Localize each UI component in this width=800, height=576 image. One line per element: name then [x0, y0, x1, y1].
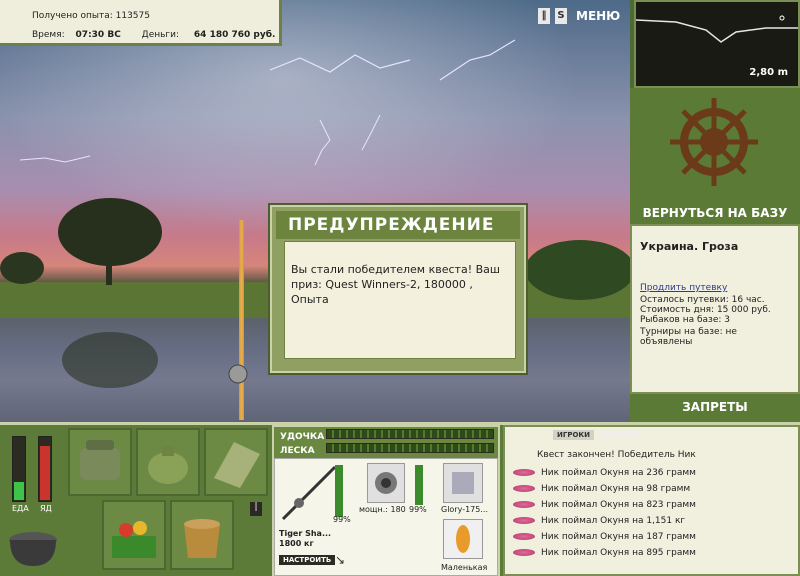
inventory-slot[interactable] — [204, 428, 268, 496]
reel-slot[interactable] — [367, 463, 405, 503]
fish-icon — [513, 549, 535, 556]
inventory-slot[interactable] — [170, 500, 234, 570]
dialog-message: Вы стали победителем квеста! Ваш приз: Q… — [284, 241, 516, 359]
fish-icon — [513, 533, 535, 540]
sack-icon — [148, 446, 188, 484]
vegetables-basket-icon — [112, 521, 156, 558]
tree-reflection — [62, 332, 158, 388]
lure-icon — [452, 472, 474, 494]
log-row: Ник поймал Окуня на 98 грамм — [513, 481, 690, 497]
trees-right — [525, 240, 630, 300]
log-header: Квест закончен! Победитель Ник — [537, 450, 696, 460]
log-row: Ник поймал Окуня на 1,151 кг — [513, 513, 685, 529]
menu-button[interactable]: МЕНЮ — [576, 8, 620, 24]
location-title: Украина. Гроза — [640, 240, 739, 253]
stats-panel: Получено опыта: 113575 Время: 07:30 ВС Д… — [0, 0, 282, 46]
tree-trunk — [106, 240, 112, 285]
food-label: ЕДА — [12, 504, 29, 513]
inventory-slot[interactable] — [136, 428, 200, 496]
bush — [0, 252, 44, 284]
bucket-icon — [184, 519, 220, 558]
depth-map: 2,80 m — [634, 0, 800, 88]
lure-name: Glory-175... — [441, 505, 488, 514]
rod-name: Tiger Sha... — [279, 529, 332, 538]
poison-label: ЯД — [40, 504, 52, 513]
slot-scroll-button[interactable]: | — [250, 502, 262, 516]
reel-condition-bar — [415, 465, 423, 505]
depth-readout: 2,80 m — [749, 67, 788, 78]
rod-label: УДОЧКА — [280, 432, 325, 442]
time-label: Время: — [32, 30, 65, 40]
money-value: 64 180 760 руб. — [193, 30, 276, 40]
bait-name: Маленькая — [441, 563, 488, 572]
lightning-bolt — [314, 119, 331, 166]
experience-row: Получено опыта: 113575 — [32, 11, 150, 21]
warning-dialog: ПРЕДУПРЕЖДЕНИЕ Вы стали победителем квес… — [270, 205, 526, 373]
rod-percent: 99% — [333, 515, 351, 524]
money-label: Деньги: — [141, 30, 180, 40]
lightning-bolt — [19, 155, 91, 163]
poison-fill — [40, 446, 50, 500]
poison-bar — [38, 436, 52, 502]
fish-icon — [513, 517, 535, 524]
log-row: Ник поймал Окуня на 187 грамм — [513, 529, 696, 545]
bait-slot[interactable] — [443, 519, 483, 559]
log-row: Ник поймал Окуня на 236 грамм — [513, 465, 696, 481]
time-value: 07:30 ВС — [75, 30, 121, 40]
lightning-bolt — [361, 114, 381, 151]
lightning-bolt — [439, 39, 516, 81]
tournaments-info: Турниры на базе: не объявлены — [640, 327, 737, 347]
line-label: ЛЕСКА — [280, 446, 315, 456]
event-log: ИГРОКИ СОБЫТИЯ Квест закончен! Победител… — [503, 425, 800, 576]
dialog-title: ПРЕДУПРЕЖДЕНИЕ — [276, 211, 520, 239]
base-info: Украина. Гроза Продлить путевку Осталось… — [630, 224, 800, 394]
reel-icon — [375, 472, 397, 494]
log-row: Ник поймал Окуня на 895 грамм — [513, 545, 696, 561]
extend-permit-link[interactable]: Продлить путевку — [640, 283, 790, 293]
return-base-button[interactable]: ВЕРНУТЬСЯ НА БАЗУ — [630, 206, 800, 220]
permit-left: Осталось путевки: 16 час. — [640, 295, 765, 305]
exp-label: Получено опыта: — [32, 11, 113, 21]
reel-name: мощн.: 180 — [359, 505, 406, 514]
rod-max: 1800 кг — [279, 539, 314, 548]
pause-icon[interactable]: ‖ — [538, 8, 550, 24]
tab-players[interactable]: ИГРОКИ — [553, 430, 594, 440]
bans-button[interactable]: ЗАПРЕТЫ — [630, 400, 800, 414]
rod-tension-bar — [326, 429, 494, 439]
log-row: Ник поймал Окуня на 823 грамм — [513, 497, 696, 513]
anglers-count: Рыбаков на базе: 3 — [640, 315, 730, 325]
lure-slot[interactable] — [443, 463, 483, 503]
exp-value: 113575 — [115, 11, 150, 21]
map-icon — [214, 442, 260, 488]
expand-icon[interactable]: ↘ — [335, 553, 345, 567]
cauldron-icon[interactable] — [6, 516, 60, 570]
rod-icon[interactable] — [279, 463, 339, 523]
time-money-row: Время: 07:30 ВС Деньги: 64 180 760 руб. — [32, 30, 275, 40]
tab-events[interactable]: СОБЫТИЯ — [599, 431, 639, 439]
day-cost: Стоимость дня: 15 000 руб. — [640, 305, 771, 315]
inventory-slot[interactable] — [68, 428, 132, 496]
lightning-bolt — [269, 54, 411, 73]
fish-icon — [513, 485, 535, 492]
reel — [228, 364, 248, 384]
rod-condition-bar — [335, 465, 343, 517]
food-fill — [14, 482, 24, 500]
food-bar — [12, 436, 26, 502]
speed-button[interactable]: S — [555, 8, 567, 24]
tackle-box: 99% Tiger Sha... 1800 кг НАСТРОИТЬ ↘ мощ… — [274, 458, 498, 576]
bag-icon — [80, 440, 120, 480]
ship-wheel-icon[interactable] — [666, 94, 762, 190]
line-tension-bar — [326, 443, 494, 453]
reel-percent: 99% — [409, 505, 427, 514]
inventory-slot[interactable] — [102, 500, 166, 570]
fish-icon — [513, 501, 535, 508]
setup-button[interactable]: НАСТРОИТЬ — [279, 555, 336, 565]
spoon-lure-icon — [456, 525, 470, 553]
fish-icon — [513, 469, 535, 476]
